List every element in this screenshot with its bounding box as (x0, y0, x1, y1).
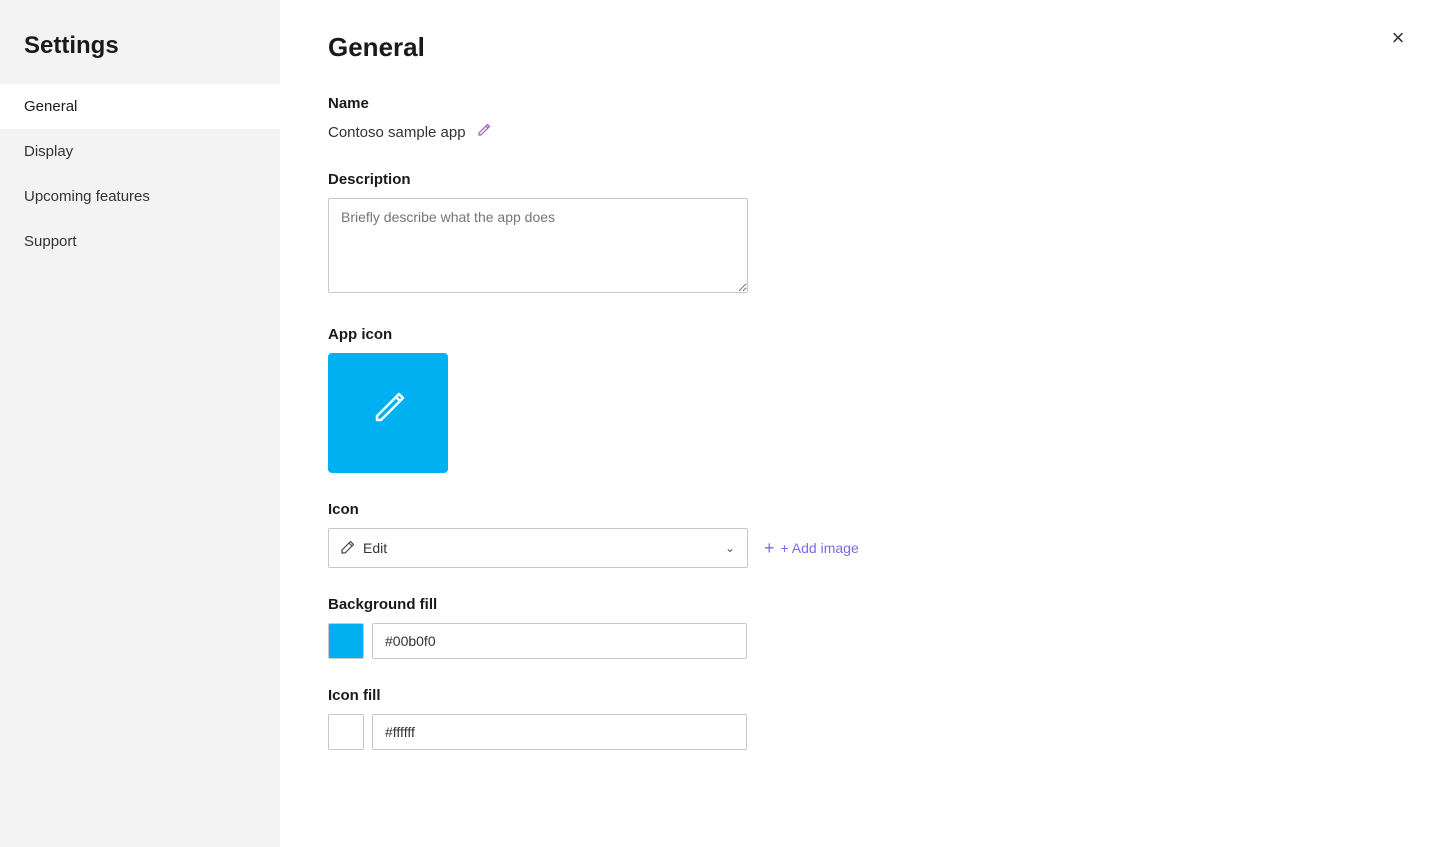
icon-dropdown-left: Edit (341, 540, 387, 557)
add-image-plus-icon: + (764, 538, 775, 559)
icon-dropdown[interactable]: Edit ⌄ (328, 528, 748, 568)
app-icon-section: App icon (328, 326, 1388, 473)
main-content: × General Name Contoso sample app Descri… (280, 0, 1436, 847)
settings-title: Settings (0, 0, 280, 84)
close-button[interactable]: × (1380, 20, 1416, 56)
background-fill-input[interactable] (372, 623, 747, 659)
sidebar-item-display[interactable]: Display (0, 129, 280, 174)
name-value: Contoso sample app (328, 124, 466, 141)
app-icon-pencil-icon (363, 384, 413, 443)
app-icon-label: App icon (328, 326, 1388, 343)
icon-dropdown-value: Edit (363, 540, 387, 556)
sidebar-nav: General Display Upcoming features Suppor… (0, 84, 280, 264)
add-image-button[interactable]: + + Add image (764, 538, 859, 559)
icon-fill-section: Icon fill (328, 687, 1388, 750)
page-title: General (328, 32, 1388, 63)
icon-label: Icon (328, 501, 1388, 518)
name-row: Contoso sample app (328, 122, 1388, 143)
icon-fill-row (328, 714, 1388, 750)
sidebar-item-upcoming-features[interactable]: Upcoming features (0, 174, 280, 219)
name-edit-icon[interactable] (476, 122, 492, 143)
sidebar-item-support[interactable]: Support (0, 219, 280, 264)
background-color-swatch[interactable] (328, 623, 364, 659)
description-section: Description (328, 171, 1388, 298)
add-image-label: + Add image (781, 540, 859, 556)
icon-fill-input[interactable] (372, 714, 747, 750)
name-label: Name (328, 95, 1388, 112)
app-icon-preview[interactable] (328, 353, 448, 473)
icon-color-swatch[interactable] (328, 714, 364, 750)
sidebar-item-general[interactable]: General (0, 84, 280, 129)
background-fill-label: Background fill (328, 596, 1388, 613)
background-fill-row (328, 623, 1388, 659)
description-label: Description (328, 171, 1388, 188)
description-textarea[interactable] (328, 198, 748, 293)
icon-section: Icon Edit ⌄ + + Add image (328, 501, 1388, 568)
icon-fill-label: Icon fill (328, 687, 1388, 704)
name-section: Name Contoso sample app (328, 95, 1388, 143)
icon-dropdown-pencil-icon (341, 540, 355, 557)
icon-row: Edit ⌄ + + Add image (328, 528, 1388, 568)
sidebar: Settings General Display Upcoming featur… (0, 0, 280, 847)
background-fill-section: Background fill (328, 596, 1388, 659)
icon-dropdown-arrow-icon: ⌄ (725, 541, 735, 555)
close-icon: × (1392, 25, 1405, 51)
